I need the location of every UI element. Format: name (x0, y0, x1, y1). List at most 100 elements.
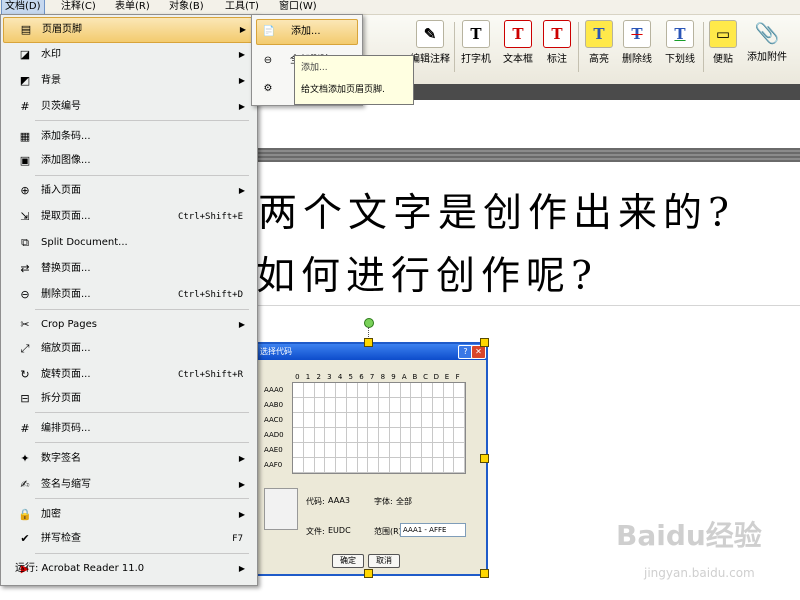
resize-handle-bottom[interactable] (364, 569, 373, 578)
code-grid-cell[interactable] (379, 398, 390, 413)
code-grid-cell[interactable] (454, 428, 465, 443)
document-menu-item[interactable]: ⇲ 提取页面... Ctrl+Shift+E (3, 205, 253, 229)
code-grid-cell[interactable] (368, 428, 379, 443)
code-grid-cell[interactable] (379, 428, 390, 443)
document-menu-item[interactable]: ✦ 数字签名 ▶ (3, 447, 253, 471)
code-grid-cell[interactable] (411, 428, 422, 443)
select-code-dialog[interactable]: 选择代码 ? ✕ 0123456789ABCDEF AAA0 AAB0 AAC0 AA… (256, 342, 488, 576)
document-menu-item[interactable]: # 编排页码... (3, 417, 253, 441)
sticky-note-button[interactable]: ▭ 便贴 (706, 18, 740, 78)
code-grid-cell[interactable] (389, 398, 401, 413)
code-grid-cell[interactable] (389, 413, 401, 428)
code-grid-cell[interactable] (400, 398, 412, 413)
code-grid-cell[interactable] (346, 398, 358, 413)
code-grid-cell[interactable] (314, 428, 326, 443)
menu-document[interactable]: 文档(D) (1, 0, 45, 15)
document-menu-item[interactable]: ▤ 页眉页脚 ▶ (3, 17, 255, 43)
code-grid-cell[interactable] (389, 428, 401, 443)
code-grid-cell[interactable] (368, 443, 379, 458)
code-grid-cell[interactable] (411, 383, 422, 398)
code-grid-cell[interactable] (400, 428, 412, 443)
code-grid-cell[interactable] (325, 398, 336, 413)
strikethrough-button[interactable]: T 删除线 (617, 18, 657, 78)
document-menu-item[interactable]: ⧉ Split Document... (3, 231, 253, 255)
document-menu-item[interactable]: ⤢ 缩放页面... (3, 337, 253, 361)
code-grid-cell[interactable] (443, 428, 455, 443)
document-menu-item[interactable]: ▶ 运行: Acrobat Reader 11.0 ▶ (3, 557, 253, 581)
code-grid-cell[interactable] (357, 413, 369, 428)
code-grid-cell[interactable] (303, 398, 315, 413)
code-grid-cell[interactable] (368, 398, 379, 413)
code-grid-cell[interactable] (368, 458, 379, 473)
document-menu-item[interactable]: ⊕ 插入页面 ▶ (3, 179, 253, 203)
code-grid-cell[interactable] (454, 383, 465, 398)
code-grid-cell[interactable] (325, 443, 336, 458)
document-menu-item[interactable]: ▣ 添加图像... (3, 149, 253, 173)
document-menu-item[interactable]: ✔ 拼写检查 F7 (3, 527, 253, 551)
code-grid-cell[interactable] (346, 458, 358, 473)
code-grid-cell[interactable] (411, 413, 422, 428)
code-grid-cell[interactable] (336, 413, 347, 428)
code-grid-cell[interactable] (432, 383, 444, 398)
menu-forms[interactable]: 表单(R) (112, 0, 153, 14)
code-grid-cell[interactable] (454, 458, 465, 473)
document-menu-item[interactable]: ⊖ 删除页面... Ctrl+Shift+D (3, 283, 253, 307)
code-grid-cell[interactable] (411, 443, 422, 458)
code-grid-cell[interactable] (389, 443, 401, 458)
code-grid-cell[interactable] (336, 383, 347, 398)
code-grid-cell[interactable] (325, 413, 336, 428)
code-grid-cell[interactable] (303, 428, 315, 443)
code-grid-cell[interactable] (293, 443, 304, 458)
typewriter-button[interactable]: T 打字机 (458, 18, 494, 78)
code-grid-cell[interactable] (314, 458, 326, 473)
code-grid-cell[interactable] (293, 458, 304, 473)
code-grid-cell[interactable] (379, 458, 390, 473)
code-grid-cell[interactable] (346, 443, 358, 458)
document-menu-item[interactable]: ↻ 旋转页面... Ctrl+Shift+R (3, 363, 253, 387)
code-grid-cell[interactable] (422, 443, 433, 458)
code-grid-cell[interactable] (336, 443, 347, 458)
code-grid-cell[interactable] (379, 443, 390, 458)
code-grid-cell[interactable] (346, 413, 358, 428)
document-menu-item[interactable]: ✍ 签名与缩写 ▶ (3, 473, 253, 497)
ok-button[interactable]: 确定 (332, 554, 364, 568)
code-grid-cell[interactable] (432, 443, 444, 458)
document-menu-item[interactable]: ◩ 背景 ▶ (3, 69, 253, 93)
code-grid-cell[interactable] (400, 413, 412, 428)
code-grid-cell[interactable] (400, 458, 412, 473)
code-grid-cell[interactable] (422, 398, 433, 413)
code-grid-cell[interactable] (454, 413, 465, 428)
code-grid-cell[interactable] (454, 443, 465, 458)
code-grid-cell[interactable] (432, 458, 444, 473)
code-grid-cell[interactable] (303, 383, 315, 398)
code-grid-cell[interactable] (325, 458, 336, 473)
code-grid-cell[interactable] (422, 458, 433, 473)
code-grid-cell[interactable] (443, 383, 455, 398)
document-menu-item[interactable]: # 贝茨编号 ▶ (3, 95, 253, 119)
resize-handle-bottom-right[interactable] (480, 569, 489, 578)
code-grid-cell[interactable] (432, 398, 444, 413)
menu-object[interactable]: 对象(B) (166, 0, 207, 14)
code-grid-cell[interactable] (432, 413, 444, 428)
code-grid-cell[interactable] (443, 458, 455, 473)
code-grid-cell[interactable] (379, 383, 390, 398)
resize-handle-top[interactable] (364, 338, 373, 347)
code-grid-cell[interactable] (346, 428, 358, 443)
code-grid-cell[interactable] (389, 458, 401, 473)
code-grid-cell[interactable] (303, 443, 315, 458)
code-grid-cell[interactable] (325, 383, 336, 398)
code-grid-cell[interactable] (303, 458, 315, 473)
document-menu-item[interactable]: ◪ 水印 ▶ (3, 43, 253, 67)
code-grid-cell[interactable] (454, 398, 465, 413)
document-menu-item[interactable]: ⇄ 替换页面... (3, 257, 253, 281)
code-grid-cell[interactable] (314, 398, 326, 413)
code-grid-cell[interactable] (422, 383, 433, 398)
document-menu-item[interactable]: ✂ Crop Pages ▶ (3, 313, 253, 337)
code-grid-cell[interactable] (314, 443, 326, 458)
document-menu-item[interactable]: ▦ 添加条码... (3, 125, 253, 149)
submenu-item-add[interactable]: 📄 添加... (256, 19, 358, 45)
resize-handle-right[interactable] (480, 454, 489, 463)
callout-button[interactable]: T 标注 (540, 18, 574, 78)
code-grid-cell[interactable] (336, 428, 347, 443)
edit-annotation-button[interactable]: ✎ 编辑注释 (408, 18, 452, 78)
